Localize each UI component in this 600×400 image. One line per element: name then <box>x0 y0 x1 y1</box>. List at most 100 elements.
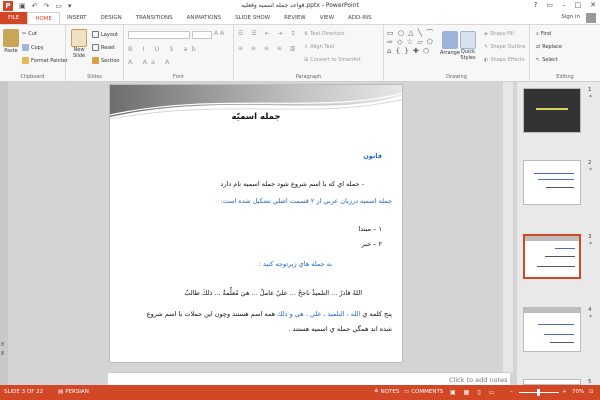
quick-styles-button[interactable]: Quick Styles <box>460 31 476 61</box>
slide-thumbnail[interactable] <box>523 88 581 133</box>
normal-view-icon[interactable]: ▣ <box>450 389 456 396</box>
maximize-button[interactable]: □ <box>575 1 582 9</box>
alignment-icons[interactable]: ≡ ≡ ≡ ≡ ▥ <box>238 45 298 52</box>
minimize-button[interactable]: – <box>562 1 566 9</box>
tab-review[interactable]: REVIEW <box>277 12 313 24</box>
find-button[interactable]: ⌕ Find <box>536 31 551 37</box>
layout-button[interactable]: Layout <box>92 31 118 38</box>
quick-styles-icon <box>460 31 476 49</box>
help-button[interactable]: ? <box>534 1 538 9</box>
ribbon-display-icon[interactable]: ▭ <box>546 1 553 9</box>
shapes-gallery[interactable]: ▭ ○ △ ╲ ⌒ ⇨ ◇ ☆ ▱ ⬠ ⌂ { } ✚ ⬡ <box>387 29 437 56</box>
replace-button[interactable]: ⇄ Replace <box>536 44 562 50</box>
slide-show-icon[interactable]: ▭ <box>489 389 495 396</box>
zoom-slider-thumb[interactable] <box>537 389 540 396</box>
slide-counter: SLIDE 3 OF 22 <box>4 389 44 395</box>
tab-home[interactable]: HOME <box>27 12 61 24</box>
paragraph-group: ☰ ☰ ⇤ ⇥ ↕ ≡ ≡ ≡ ≡ ▥ ⇅ Text Direction ⇳ Ali… <box>234 25 384 82</box>
notes-placeholder[interactable]: Click to add notes <box>449 376 507 384</box>
vertical-scrollbar[interactable] <box>503 82 513 373</box>
select-button[interactable]: ↖ Select <box>536 57 558 63</box>
section-button[interactable]: Section <box>92 57 120 64</box>
slide-paragraph-line2: شده اند همگي جمله ي اسميه هستند . <box>288 325 392 333</box>
current-slide[interactable]: جمله اسمیّه قانون - جمله اي كه با اسم شر… <box>109 84 403 363</box>
reading-view-icon[interactable]: ▯ <box>477 389 480 396</box>
font-label: Font <box>173 74 184 80</box>
convert-smartart-button[interactable]: ⊞ Convert to SmartArt <box>304 57 361 63</box>
align-text-button[interactable]: ⇳ Align Text <box>304 44 334 50</box>
new-slide-button[interactable]: New Slide <box>71 29 87 59</box>
thumb-text-mark <box>538 179 574 180</box>
side-number-1: 8 <box>1 342 5 348</box>
format-painter-button[interactable]: Format Painter <box>22 57 68 64</box>
slide-title: جمله اسمیّه <box>231 112 281 122</box>
brush-icon <box>22 57 29 64</box>
zoom-level[interactable]: 70% <box>572 389 584 395</box>
zoom-out-button[interactable]: – <box>510 389 513 395</box>
redo-icon[interactable]: ↷ <box>44 2 50 10</box>
notes-toggle[interactable]: ≙ NOTES <box>374 389 399 395</box>
tab-design[interactable]: DESIGN <box>94 12 129 24</box>
arrange-button[interactable]: Arrange <box>440 31 460 56</box>
sign-in-link[interactable]: Sign in <box>561 14 580 20</box>
tab-view[interactable]: VIEW <box>313 12 341 24</box>
tab-slide-show[interactable]: SLIDE SHOW <box>228 12 277 24</box>
undo-icon[interactable]: ↶ <box>32 2 38 10</box>
text-direction-button[interactable]: ⇅ Text Direction <box>304 31 345 37</box>
paste-icon <box>3 29 19 47</box>
slide-thumbnail[interactable] <box>523 307 581 352</box>
thumb-text-mark <box>534 173 574 174</box>
scissors-icon: ✂ <box>22 31 27 37</box>
slide-sorter-icon[interactable]: ▦ <box>464 389 470 396</box>
comment-icon: ▭ <box>404 389 410 395</box>
paste-button[interactable]: Paste <box>3 29 19 54</box>
grow-shrink-font-icon[interactable]: A A <box>214 30 224 37</box>
thumb-text-mark <box>538 324 574 325</box>
slide-heading: قانون <box>363 152 382 160</box>
copy-button[interactable]: Copy <box>22 44 44 51</box>
customize-qat-icon[interactable]: ▾ <box>68 2 72 10</box>
save-icon[interactable]: ▣ <box>19 2 26 10</box>
drawing-group: ▭ ○ △ ╲ ⌒ ⇨ ◇ ☆ ▱ ⬠ ⌂ { } ✚ ⬡ Arrange Qu… <box>384 25 530 82</box>
fit-slide-icon[interactable]: ⊡ <box>589 389 594 395</box>
font-size-dropdown[interactable] <box>192 31 212 39</box>
tab-animations[interactable]: ANIMATIONS <box>180 12 229 24</box>
zoom-in-button[interactable]: + <box>562 389 567 395</box>
comments-toggle[interactable]: ▭ COMMENTS <box>404 389 443 395</box>
editing-group: ⌕ Find ⇄ Replace ↖ Select Editing <box>530 25 600 82</box>
binoculars-icon: ⌕ <box>536 31 539 37</box>
reset-button[interactable]: Reset <box>92 44 115 51</box>
tab-add-ins[interactable]: ADD-INS <box>341 12 378 24</box>
tab-file[interactable]: FILE <box>0 12 28 24</box>
slide-item-mubtada: ۱ – مبتدا <box>358 225 382 233</box>
clipboard-group: Paste ✂ Cut Copy Format Painter Clipboard <box>0 25 68 82</box>
thumb-star: * <box>589 241 592 248</box>
shape-fill-button[interactable]: ◈ Shape Fill <box>484 31 514 37</box>
text-direction-icon: ⇅ <box>304 31 309 37</box>
cut-button[interactable]: ✂ Cut <box>22 31 37 37</box>
slide-thumbnail[interactable] <box>523 160 581 205</box>
font-color-icons[interactable]: A Aa A <box>128 58 173 66</box>
list-indent-icons[interactable]: ☰ ☰ ⇤ ⇥ ↕ <box>238 30 298 37</box>
smartart-icon: ⊞ <box>304 57 309 63</box>
font-name-dropdown[interactable] <box>128 31 190 39</box>
language-indicator[interactable]: ▤ PERSIAN <box>58 389 89 395</box>
shape-effects-button[interactable]: ◐ Shape Effects <box>484 57 525 63</box>
thumb-number: 1 <box>588 87 592 93</box>
slide-thumbnails-panel[interactable]: 1 * 2 * 3 * 4 * 5 <box>517 82 600 385</box>
window-title: قواعد جمله اسمیه وفعلیه.pptx - PowerPoin… <box>241 2 359 9</box>
tab-transitions[interactable]: TRANSITIONS <box>129 12 180 24</box>
account-avatar[interactable] <box>586 13 596 23</box>
close-button[interactable]: ✕ <box>590 1 596 9</box>
slide-item-khabar: ۲ – خبر <box>361 240 382 248</box>
ribbon-tabs: FILE HOME INSERT DESIGN TRANSITIONS ANIM… <box>0 12 600 24</box>
shape-outline-button[interactable]: ✎ Shape Outline <box>484 44 526 50</box>
start-from-beginning-icon[interactable]: ▭ <box>55 2 62 10</box>
font-group: A A B I U S ab A Aa A Font <box>124 25 234 82</box>
thumb-star: * <box>589 94 592 101</box>
thumb-header-mark <box>524 308 580 313</box>
tab-insert[interactable]: INSERT <box>60 12 93 24</box>
font-format-icons[interactable]: B I U S ab <box>128 45 200 53</box>
thumb-text-mark <box>544 334 574 335</box>
slide-thumbnail-selected[interactable] <box>523 234 581 279</box>
